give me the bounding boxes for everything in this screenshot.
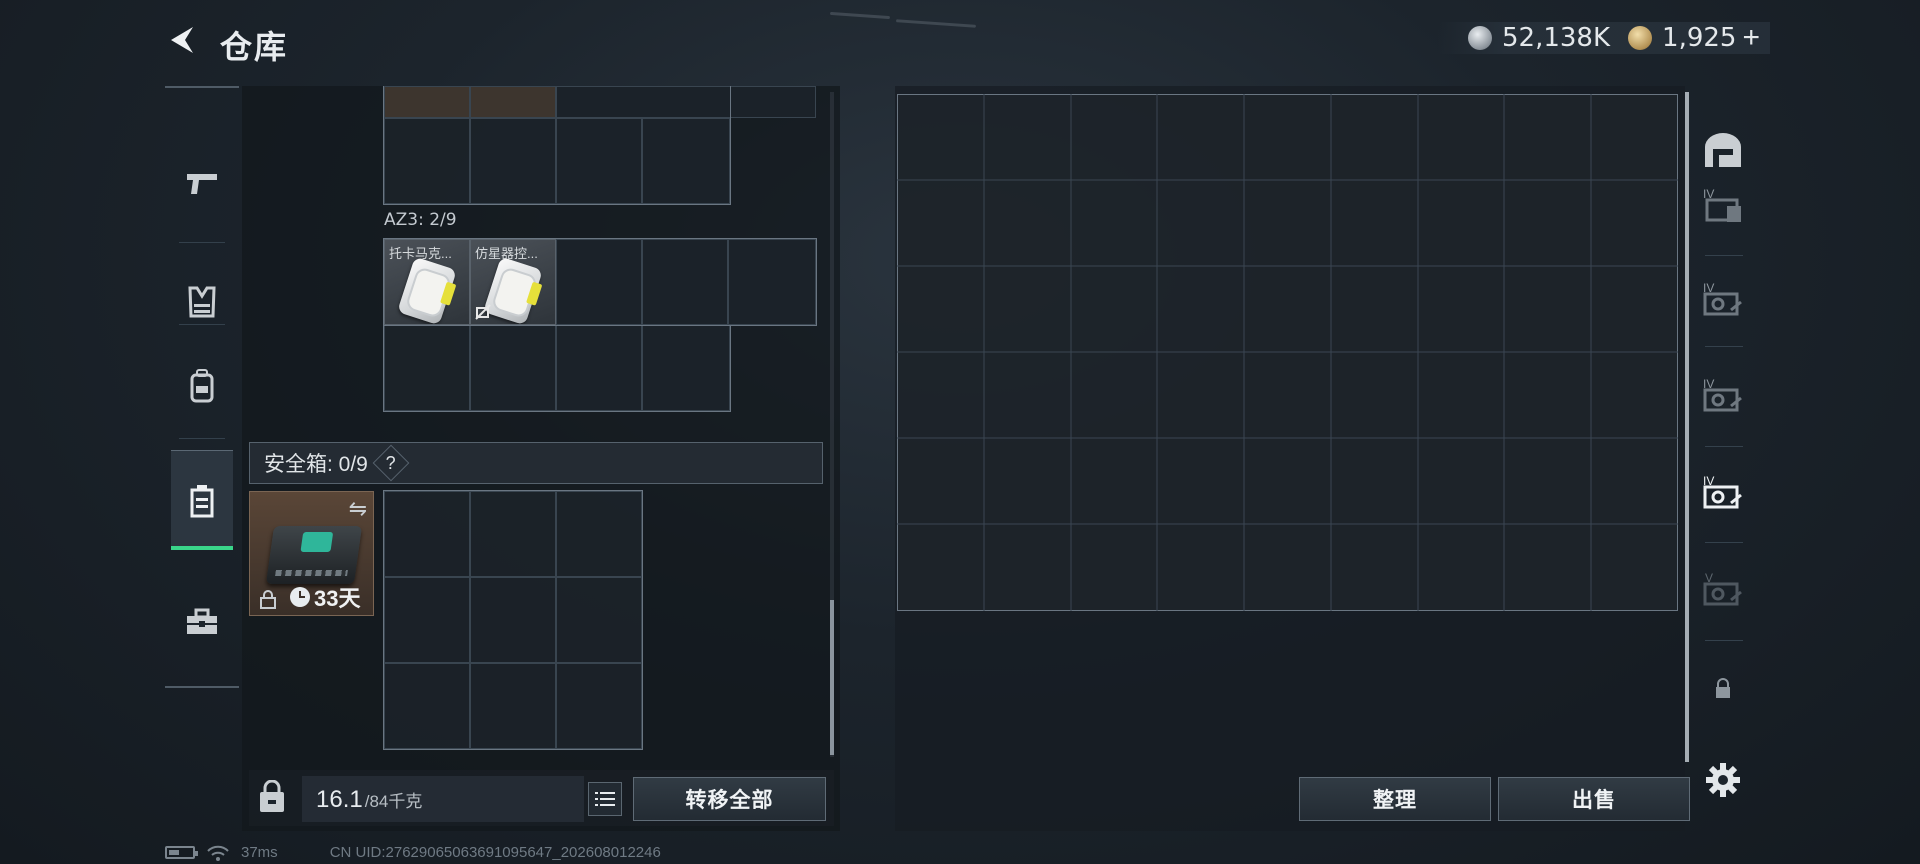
silver-amount: 52,138K [1502, 23, 1611, 53]
safe-box-image [265, 526, 363, 584]
tier-iv-3-icon: IV [1703, 377, 1742, 412]
inventory-item[interactable]: 托卡马克... [384, 239, 470, 325]
toolbox-icon [187, 608, 217, 634]
tab-storage-v[interactable]: V [1695, 560, 1751, 620]
backpack-icon [190, 369, 214, 403]
tab-storage-iv-1[interactable]: IV [1695, 176, 1751, 236]
nav-backpack[interactable] [171, 336, 233, 436]
vest-icon [188, 286, 216, 318]
tab-storage-iv-3[interactable]: IV [1695, 366, 1751, 426]
remaining-days: 33天 [314, 586, 361, 611]
item-image [483, 256, 543, 324]
user-uid: CN UID:27629065063691095647_202608012246 [329, 844, 661, 861]
safe-box-grid-outline [383, 490, 643, 750]
battery-icon [165, 846, 198, 859]
nav-divider [1705, 542, 1743, 543]
lock-icon [260, 590, 276, 609]
container-outline [383, 86, 731, 205]
help-label: ? [385, 452, 396, 473]
page-title: 仓库 [220, 29, 289, 65]
warehouse-scrollbar[interactable] [1685, 92, 1689, 762]
list-icon [595, 792, 615, 806]
inventory-item[interactable]: 仿星器控... [470, 239, 556, 325]
nav-bracket [165, 86, 239, 88]
tab-warehouse[interactable] [1695, 120, 1751, 180]
locked-icon [1716, 678, 1730, 698]
back-arrow-icon [171, 27, 193, 53]
item-image [397, 256, 457, 324]
organize-button[interactable]: 整理 [1299, 777, 1491, 821]
nav-safe-box[interactable] [171, 450, 233, 550]
wifi-icon [207, 845, 229, 861]
safe-box-title: 安全箱: 0/9 [264, 453, 368, 476]
ping-value: 37ms [241, 844, 278, 861]
container-az3-label: AZ3: 2/9 [384, 210, 457, 230]
safe-box-item[interactable]: ⇋ 33天 [249, 491, 374, 616]
nav-divider [1705, 640, 1743, 641]
weight-display: 16.1 /84千克 [302, 776, 584, 822]
no-insure-icon [475, 304, 491, 320]
nav-divider [179, 324, 225, 325]
tier-v-icon: V [1703, 571, 1742, 606]
weight-current: 16.1 [316, 786, 363, 813]
nav-bracket [165, 686, 239, 688]
warehouse-icon [1705, 133, 1741, 167]
clock-icon [290, 587, 310, 607]
item-name: 仿星器控... [475, 246, 538, 261]
swap-icon[interactable]: ⇋ [349, 496, 367, 522]
status-bar: 37ms CN UID:27629065063691095647_2026080… [165, 844, 661, 861]
nav-toolbox[interactable] [171, 572, 233, 672]
tab-storage-iv-2[interactable]: IV [1695, 270, 1751, 330]
nav-divider [1705, 346, 1743, 347]
transfer-all-button[interactable]: 转移全部 [633, 777, 826, 821]
safe-box-icon [190, 484, 214, 517]
gear-icon [1706, 763, 1740, 797]
tier-iv-2-icon: IV [1703, 281, 1742, 316]
pistol-icon [187, 174, 217, 194]
list-view-button[interactable] [588, 782, 622, 816]
tab-locked[interactable] [1695, 658, 1751, 718]
tier-iv-4-icon: IV [1703, 474, 1742, 509]
container-outline [383, 325, 731, 412]
nav-divider [179, 438, 225, 439]
nav-divider [1705, 255, 1743, 256]
bg-streak [829, 11, 891, 20]
bg-streak [895, 19, 977, 28]
gold-coin-icon [1628, 26, 1653, 50]
settings-button[interactable] [1695, 750, 1751, 810]
safe-box-header: 安全箱: 0/9 ? [249, 442, 823, 484]
nav-weapons[interactable] [171, 134, 233, 234]
nav-divider [1705, 446, 1743, 447]
warehouse-grid[interactable] [897, 94, 1679, 612]
inventory-scroll-thumb[interactable] [830, 600, 834, 755]
add-currency-button[interactable]: + [1742, 21, 1760, 55]
sell-button[interactable]: 出售 [1498, 777, 1690, 821]
currency-bar: 52,138K 1,925 + [1438, 21, 1770, 55]
gold-amount: 1,925 [1662, 23, 1737, 53]
back-button[interactable] [162, 20, 202, 60]
bag-icon [260, 780, 284, 812]
left-category-nav [165, 86, 239, 688]
help-button[interactable]: ? [372, 444, 410, 482]
tab-storage-iv-4[interactable]: IV [1695, 463, 1751, 523]
nav-divider [179, 242, 225, 243]
item-name: 托卡马克... [389, 246, 452, 261]
weight-max: /84千克 [364, 792, 423, 811]
silver-coin-icon [1468, 26, 1492, 50]
tier-iv-1-icon: IV [1703, 187, 1741, 222]
